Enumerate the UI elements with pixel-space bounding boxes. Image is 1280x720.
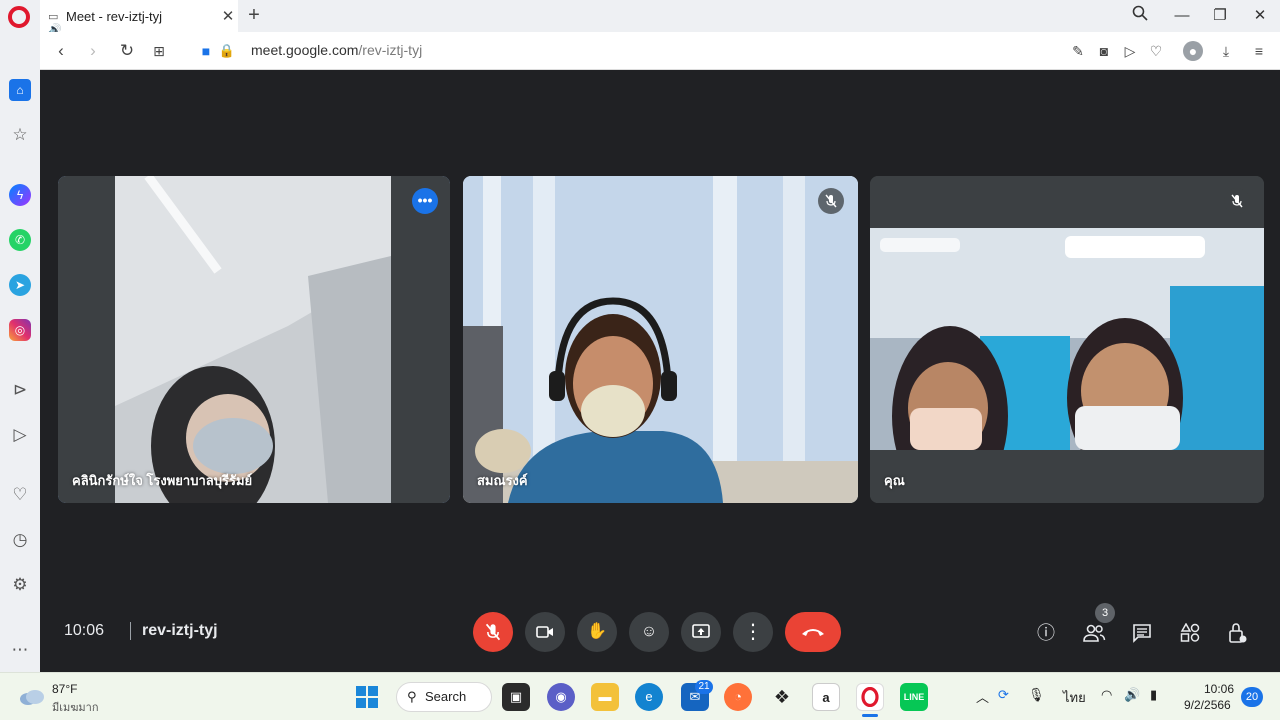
participant-muted-icon — [818, 188, 844, 214]
easy-setup-icon[interactable]: ≡ — [1249, 41, 1269, 61]
instagram-icon[interactable]: ◎ — [9, 319, 31, 341]
file-explorer-icon[interactable]: ▬ — [591, 683, 619, 711]
camera-indicator-icon[interactable]: ■ — [195, 40, 217, 62]
taskbar-search-box[interactable]: ⚲ Search — [396, 682, 492, 712]
lock-icon[interactable]: 🔒 — [216, 40, 238, 62]
line-app-icon[interactable]: LINE — [900, 683, 928, 711]
telegram-icon[interactable]: ➤ — [9, 274, 31, 296]
participant-video-3 — [870, 176, 1264, 503]
tabs-grid-icon[interactable]: ⊞ — [148, 40, 170, 62]
tab-close-icon[interactable]: ✕ — [218, 7, 238, 25]
activities-icon[interactable] — [1177, 620, 1203, 646]
browser-tab-strip: ▭🔊 Meet - rev-iztj-tyj ✕ + — ❐ ✕ — [0, 0, 1280, 36]
meeting-details-icon[interactable]: ⓘ — [1033, 620, 1059, 646]
meeting-code: rev-iztj-tyj — [142, 622, 218, 639]
mail-unread-badge: 21 — [695, 680, 713, 694]
search-label: Search — [425, 689, 467, 704]
heart-icon[interactable]: ♡ — [9, 484, 31, 506]
messenger-icon[interactable]: ϟ — [9, 184, 31, 206]
send-icon[interactable]: ▷ — [9, 424, 31, 446]
weather-description[interactable]: มีเมฆมาก — [52, 698, 99, 716]
settings-gear-icon[interactable]: ⚙ — [9, 574, 31, 596]
minimize-button[interactable]: — — [1170, 5, 1194, 27]
microphone-tray-icon[interactable]: 🎙 — [1028, 687, 1045, 703]
emoji-reaction-button[interactable]: ☺ — [629, 612, 669, 652]
notification-count-badge[interactable]: 20 — [1241, 687, 1263, 707]
clock-time[interactable]: 10:06 — [1204, 682, 1234, 696]
star-icon[interactable]: ☆ — [9, 124, 31, 146]
url-path: /rev-iztj-tyj — [358, 42, 423, 58]
sync-icon[interactable]: ⟳ — [998, 687, 1009, 703]
tab-audio-icon: ▭🔊 — [48, 11, 62, 36]
participant-tile-2[interactable]: สมณรงค์ — [463, 176, 858, 503]
show-hidden-icons-chevron[interactable]: ︿ — [976, 687, 989, 706]
edit-icon[interactable]: ✎ — [1068, 41, 1088, 61]
download-icon[interactable]: ⤓ — [1216, 41, 1236, 61]
people-icon[interactable] — [1081, 620, 1107, 646]
amazon-icon[interactable]: a — [812, 683, 840, 711]
participant-count-badge: 3 — [1095, 603, 1115, 623]
new-tab-button[interactable]: + — [244, 4, 264, 26]
player-icon[interactable]: ⊳ — [9, 379, 31, 401]
windows-taskbar: 87°F มีเมฆมาก ⚲ Search ▣ ◉ ▬ e ✉ 21 ◔ ❖ … — [0, 672, 1280, 720]
weather-temperature[interactable]: 87°F — [52, 682, 77, 696]
opera-logo-icon[interactable] — [8, 6, 30, 28]
leave-call-button[interactable] — [785, 612, 841, 652]
participant-tile-3[interactable]: คุณ — [870, 176, 1264, 503]
opera-sidebar: ⌂ ☆ ϟ ✆ ➤ ◎ ⊳ ▷ ♡ ◷ ⚙ ⋯ — [0, 32, 40, 672]
active-app-indicator — [862, 714, 878, 717]
url-host: meet.google.com — [251, 42, 359, 58]
tab-title: Meet - rev-iztj-tyj — [66, 8, 163, 24]
weather-cloud-icon[interactable] — [18, 686, 46, 706]
participant-name: คุณ — [884, 473, 905, 488]
search-tabs-icon[interactable] — [1128, 5, 1152, 27]
more-sidebar-icon[interactable]: ⋯ — [9, 639, 31, 661]
clock-date[interactable]: 9/2/2566 — [1184, 698, 1231, 712]
volume-icon[interactable]: 🔊 — [1124, 687, 1140, 703]
profile-avatar[interactable]: ● — [1183, 41, 1203, 61]
url-field[interactable]: meet.google.com/rev-iztj-tyj — [251, 42, 422, 58]
close-window-button[interactable]: ✕ — [1248, 5, 1272, 27]
chat-icon[interactable] — [1129, 620, 1155, 646]
participant-tile-1[interactable]: ••• คลินิกรักษ์ใจ โรงพยาบาลบุรีรัมย์ — [58, 176, 450, 503]
edge-browser-icon[interactable]: e — [635, 683, 663, 711]
address-bar: ‹ › ↻ ⊞ ■ 🔒 meet.google.com/rev-iztj-tyj… — [40, 32, 1280, 70]
dropbox-icon[interactable]: ❖ — [768, 683, 796, 711]
restore-button[interactable]: ❐ — [1208, 5, 1232, 27]
participant-video-1 — [58, 176, 450, 503]
participant-video-2 — [463, 176, 858, 503]
opera-taskbar-icon[interactable] — [856, 683, 884, 711]
more-options-button[interactable]: ⋮ — [733, 612, 773, 652]
history-icon[interactable]: ◷ — [9, 529, 31, 551]
windows-start-icon[interactable] — [356, 686, 378, 708]
wifi-icon[interactable]: ◠ — [1101, 687, 1112, 703]
toggle-microphone-button[interactable] — [473, 612, 513, 652]
browser-tab[interactable]: ▭🔊 Meet - rev-iztj-tyj ✕ — [40, 0, 238, 36]
back-button[interactable]: ‹ — [50, 40, 72, 62]
teams-chat-icon[interactable]: ◉ — [547, 683, 575, 711]
task-view-icon[interactable]: ▣ — [502, 683, 530, 711]
forward-button[interactable]: › — [82, 40, 104, 62]
reload-button[interactable]: ↻ — [116, 40, 138, 62]
home-icon[interactable]: ⌂ — [9, 79, 31, 101]
firefox-icon[interactable]: ◔ — [724, 683, 752, 711]
host-controls-icon[interactable] — [1225, 620, 1251, 646]
meet-main: ••• คลินิกรักษ์ใจ โรงพยาบาลบุรีรัมย์ สมณ… — [40, 70, 1280, 672]
participant-name: สมณรงค์ — [477, 473, 528, 488]
participant-name: คลินิกรักษ์ใจ โรงพยาบาลบุรีรัมย์ — [72, 473, 253, 488]
toggle-camera-button[interactable] — [525, 612, 565, 652]
send-page-icon[interactable]: ▷ — [1120, 41, 1140, 61]
participant-more-options-icon[interactable]: ••• — [412, 188, 438, 214]
whatsapp-icon[interactable]: ✆ — [9, 229, 31, 251]
search-icon: ⚲ — [407, 689, 417, 704]
self-muted-icon — [1224, 188, 1250, 214]
present-screen-button[interactable] — [681, 612, 721, 652]
meeting-time: 10:06 — [64, 622, 105, 639]
raise-hand-button[interactable]: ✋ — [577, 612, 617, 652]
snapshot-icon[interactable]: ◙ — [1094, 41, 1114, 61]
input-language-indicator[interactable]: ไทย — [1063, 687, 1086, 708]
bookmark-heart-icon[interactable]: ♡ — [1146, 41, 1166, 61]
battery-icon[interactable]: ▮ — [1150, 687, 1157, 703]
